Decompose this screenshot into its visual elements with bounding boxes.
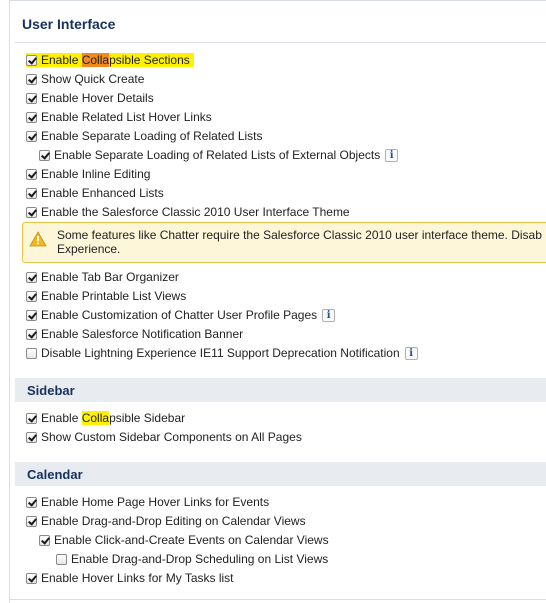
panel-border-top [9,0,546,1]
setting-label: Enable Drag-and-Drop Editing on Calendar… [41,514,306,528]
setting-row-collapsible-sidebar: Enable Collapsible Sidebar [26,409,185,427]
setting-row-notification-banner: Enable Salesforce Notification Banner [26,325,243,343]
warning-line-1: Some features like Chatter require the S… [57,228,542,242]
setting-row-drag-drop-editing: Enable Drag-and-Drop Editing on Calendar… [26,512,306,530]
checkbox-inline-editing[interactable] [26,168,37,180]
setting-label: Enable the Salesforce Classic 2010 User … [41,205,350,219]
checkbox-custom-sidebar-components[interactable] [26,431,37,443]
checkbox-enhanced-lists[interactable] [26,187,37,199]
setting-label: Enable Drag-and-Drop Scheduling on List … [71,552,329,566]
section-header-sidebar: Sidebar [15,378,546,402]
setting-label: Enable Home Page Hover Links for Events [41,495,270,509]
section-title-user-interface: User Interface [22,16,116,32]
setting-row-home-page-hover-links: Enable Home Page Hover Links for Events [26,493,269,511]
checkbox-tab-bar-organizer[interactable] [26,271,37,283]
checkbox-notification-banner[interactable] [26,328,37,340]
setting-label: Show Custom Sidebar Components on All Pa… [41,430,302,444]
checkbox-hover-links-tasks[interactable] [26,572,37,584]
checkbox-related-list-hover-links[interactable] [26,111,37,123]
setting-row-quick-create: Show Quick Create [26,70,144,88]
setting-row-ie11-deprecation: Disable Lightning Experience IE11 Suppor… [26,344,418,362]
setting-label: Enable Enhanced Lists [41,186,164,200]
setting-label: Enable Separate Loading of Related Lists… [54,148,381,162]
checkbox-click-and-create[interactable] [39,534,50,546]
checkbox-separate-loading[interactable] [26,130,37,142]
setting-row-custom-sidebar-components: Show Custom Sidebar Components on All Pa… [26,428,302,446]
panel-border-bottom [9,599,546,600]
setting-label: Enable Collapsible Sections [41,53,190,67]
setting-label: Enable Separate Loading of Related Lists [41,129,263,143]
setting-label: Enable Salesforce Notification Banner [41,327,244,341]
info-icon[interactable]: i [385,148,399,162]
checkbox-printable-list-views[interactable] [26,290,37,302]
info-icon[interactable]: i [404,346,418,360]
setting-row-tab-bar-organizer: Enable Tab Bar Organizer [26,268,179,286]
setting-row-hover-details: Enable Hover Details [26,89,154,107]
checkbox-drag-drop-editing[interactable] [26,515,37,527]
warning-message: Some features like Chatter require the S… [22,222,546,263]
checkbox-chatter-profile[interactable] [26,309,37,321]
setting-row-related-list-hover-links: Enable Related List Hover Links [26,108,212,126]
warning-icon [29,231,47,247]
setting-row-inline-editing: Enable Inline Editing [26,165,150,183]
checkbox-separate-loading-external[interactable] [39,149,50,161]
setting-row-separate-loading: Enable Separate Loading of Related Lists [26,127,263,145]
info-icon[interactable]: i [322,308,336,322]
checkbox-home-page-hover-links[interactable] [26,496,37,508]
checkbox-drag-drop-scheduling[interactable] [56,553,67,565]
checkbox-quick-create[interactable] [26,73,37,85]
setting-row-drag-drop-scheduling: Enable Drag-and-Drop Scheduling on List … [56,550,328,568]
setting-label: Disable Lightning Experience IE11 Suppor… [41,346,400,360]
search-highlight: Enable Collapsible Sections [26,53,194,67]
setting-row-separate-loading-external: Enable Separate Loading of Related Lists… [39,146,399,164]
setting-label: Enable Hover Links for My Tasks list [41,571,234,585]
setting-row-hover-links-tasks: Enable Hover Links for My Tasks list [26,569,234,587]
section-header-calendar: Calendar [15,462,546,486]
setting-row-classic-2010-theme: Enable the Salesforce Classic 2010 User … [26,203,350,221]
warning-line-2: Experience. [57,242,121,256]
warning-text: Some features like Chatter require the S… [57,228,546,256]
setting-label: Enable Customization of Chatter User Pro… [41,308,318,322]
checkbox-collapsible-sections[interactable] [26,54,37,66]
checkbox-ie11-deprecation[interactable] [26,347,37,359]
checkbox-collapsible-sidebar[interactable] [26,412,37,424]
setting-row-enhanced-lists: Enable Enhanced Lists [26,184,164,202]
setting-row-chatter-profile: Enable Customization of Chatter User Pro… [26,306,336,324]
setting-row-collapsible-sections: Enable Collapsible Sections [26,51,194,69]
setting-label: Enable Hover Details [41,91,154,105]
checkbox-classic-2010-theme[interactable] [26,206,37,218]
setting-label: Enable Related List Hover Links [41,110,212,124]
setting-row-click-and-create: Enable Click-and-Create Events on Calend… [39,531,329,549]
checkbox-hover-details[interactable] [26,92,37,104]
setting-label: Enable Collapsible Sidebar [41,411,186,425]
setting-row-printable-list-views: Enable Printable List Views [26,287,186,305]
setting-label: Enable Click-and-Create Events on Calend… [54,533,329,547]
panel-border-left [9,0,10,603]
setting-label: Show Quick Create [41,72,145,86]
divider [15,42,546,43]
setting-label: Enable Printable List Views [41,289,187,303]
setting-label: Enable Tab Bar Organizer [41,270,179,284]
setting-label: Enable Inline Editing [41,167,151,181]
